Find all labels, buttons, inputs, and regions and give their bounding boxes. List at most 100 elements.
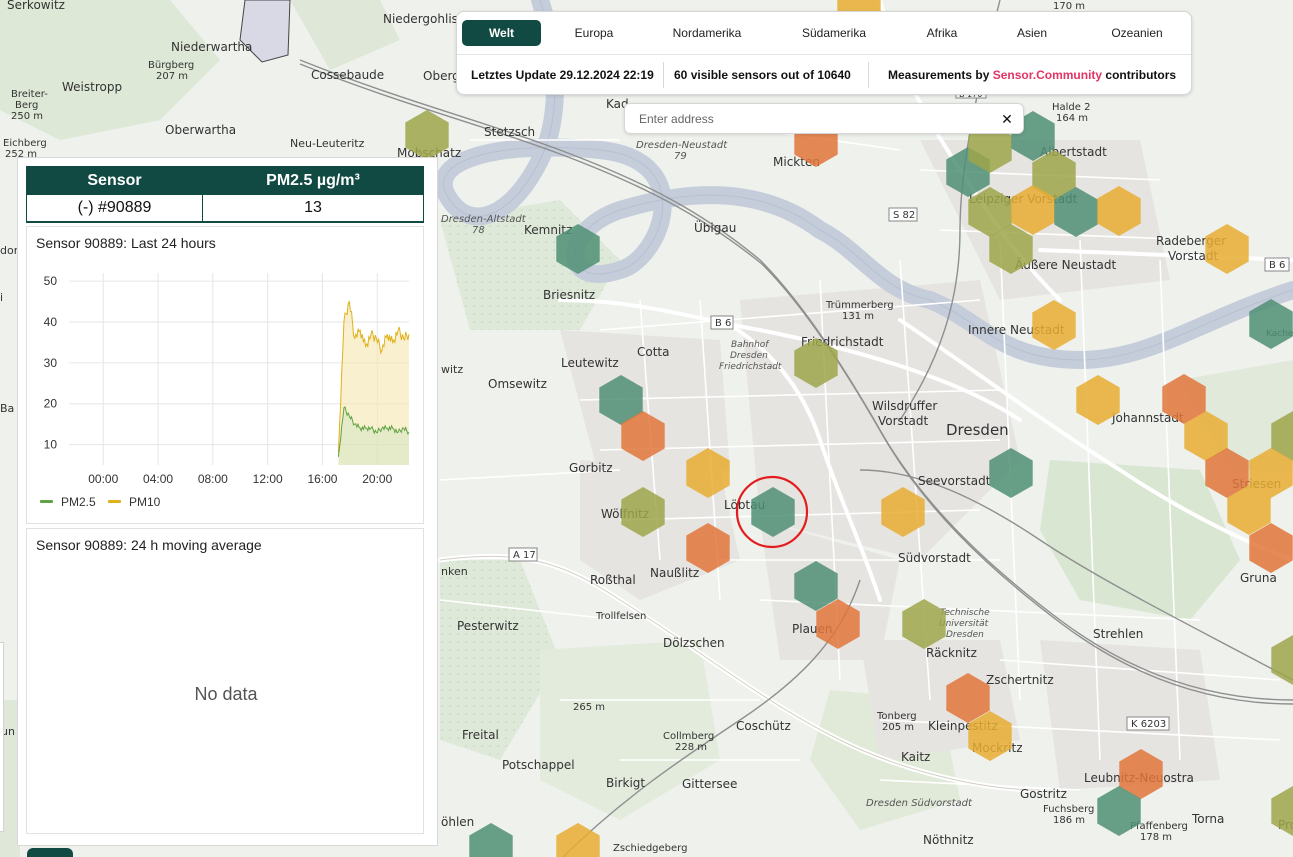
close-icon[interactable]: ✕ [998, 109, 1016, 129]
svg-text:79: 79 [674, 151, 687, 162]
svg-text:Universität: Universität [939, 619, 989, 629]
svg-text:Niedergohlis: Niedergohlis [383, 12, 458, 26]
svg-text:Halde 2: Halde 2 [1052, 102, 1090, 113]
svg-text:Technische: Technische [940, 608, 990, 618]
svg-text:228 m: 228 m [675, 742, 707, 753]
svg-text:205 m: 205 m [882, 722, 914, 733]
chart-x-tick-label: 00:00 [88, 472, 118, 486]
status-divider [868, 62, 869, 88]
left-edge-panel [0, 642, 4, 832]
svg-text:K 6203: K 6203 [1131, 719, 1166, 730]
svg-text:Stetzsch: Stetzsch [484, 125, 535, 139]
svg-text:Friedrichstadt: Friedrichstadt [719, 362, 782, 372]
legend-swatch [108, 500, 121, 503]
svg-text:Torna: Torna [1191, 812, 1224, 826]
chart-x-tick-label: 04:00 [143, 472, 173, 486]
svg-text:Zschertnitz: Zschertnitz [986, 673, 1054, 687]
bottom-toggle-button[interactable] [27, 848, 73, 857]
last-24h-chart-card: Sensor 90889: Last 24 hours 10 20 30 40 50 00… [26, 226, 424, 524]
svg-text:Eichberg: Eichberg [3, 138, 47, 149]
chart-x-tick-label: 20:00 [362, 472, 392, 486]
moving-average-title: Sensor 90889: 24 h moving average [36, 537, 262, 553]
svg-text:Südvorstadt: Südvorstadt [898, 551, 971, 565]
chart-y-tick-label: 50 [44, 274, 58, 288]
measurements-suffix: contributors [1105, 68, 1177, 82]
region-tabs: Welt Europa Nordamerika Südamerika Afrik… [462, 20, 1186, 46]
svg-text:265 m: 265 m [573, 702, 605, 713]
svg-text:dor: dor [0, 244, 19, 257]
tab-welt[interactable]: Welt [462, 20, 541, 46]
svg-text:Bürgberg: Bürgberg [148, 60, 194, 71]
svg-text:Trümmerberg: Trümmerberg [825, 300, 894, 311]
tab-suedamerika[interactable]: Südamerika [782, 20, 886, 46]
svg-text:Weistropp: Weistropp [62, 80, 122, 94]
sensor-column-header: Sensor [26, 166, 203, 195]
chart-x-tick-label: 08:00 [198, 472, 228, 486]
tab-ozeanien[interactable]: Ozeanien [1092, 20, 1182, 46]
svg-text:Seevorstadt: Seevorstadt [918, 474, 991, 488]
total-count: 10640 [817, 68, 851, 82]
svg-text:Vorstadt: Vorstadt [878, 414, 928, 428]
svg-text:Gruna: Gruna [1240, 571, 1277, 585]
no-data-message: No data [194, 684, 258, 704]
svg-text:Kaitz: Kaitz [901, 750, 930, 764]
svg-text:Roßthal: Roßthal [590, 573, 636, 587]
svg-text:Birkigt: Birkigt [606, 776, 645, 790]
sensor-count-text: 60 visible sensors out of 10640 [674, 55, 851, 95]
svg-text:Strehlen: Strehlen [1093, 627, 1143, 641]
svg-text:186 m: 186 m [1053, 815, 1085, 826]
svg-text:Cotta: Cotta [637, 345, 669, 359]
svg-text:Wilsdruffer: Wilsdruffer [872, 399, 937, 413]
chart-y-tick-label: 40 [44, 315, 58, 329]
chart-x-tick-label: 16:00 [307, 472, 337, 486]
svg-text:Oberg: Oberg [423, 69, 460, 83]
measurements-prefix: Measurements by [888, 68, 990, 82]
address-search-input[interactable] [639, 110, 989, 128]
legend-label: PM2.5 [61, 495, 96, 509]
sensor-table: Sensor PM2.5 µg/m³ (-) #90889 13 [26, 166, 424, 223]
status-divider [663, 62, 664, 88]
svg-text:178 m: 178 m [1140, 832, 1172, 843]
svg-text:Oberwartha: Oberwartha [165, 123, 236, 137]
svg-text:witz: witz [441, 363, 463, 376]
svg-text:Zschiedgeberg: Zschiedgeberg [613, 843, 687, 854]
svg-text:Niederwartha: Niederwartha [171, 40, 252, 54]
svg-text:Dresden-Neustadt: Dresden-Neustadt [636, 140, 728, 151]
visible-count: 60 [674, 68, 688, 82]
tab-nordamerika[interactable]: Nordamerika [652, 20, 762, 46]
sensor-community-link[interactable]: Sensor.Community [993, 68, 1102, 82]
value-column-header: PM2.5 µg/m³ [202, 166, 424, 195]
tab-asien[interactable]: Asien [1000, 20, 1064, 46]
svg-text:Nöthnitz: Nöthnitz [923, 833, 974, 847]
sensor-sidebar: Sensor PM2.5 µg/m³ (-) #90889 13 Sensor … [17, 157, 438, 846]
svg-text:Fuchsberg: Fuchsberg [1043, 804, 1094, 815]
svg-text:i: i [0, 291, 3, 304]
svg-text:207 m: 207 m [156, 71, 188, 82]
table-row[interactable]: (-) #90889 13 [26, 194, 424, 223]
svg-text:öhlen: öhlen [441, 815, 474, 829]
svg-text:131 m: 131 m [842, 311, 874, 322]
legend-label: PM10 [129, 495, 161, 509]
svg-text:Dölzschen: Dölzschen [663, 636, 725, 650]
svg-text:Dresden-Altstadt: Dresden-Altstadt [441, 214, 527, 225]
sensor-value-cell: 13 [202, 194, 424, 223]
svg-text:Omsewitz: Omsewitz [488, 377, 547, 391]
svg-text:Räcknitz: Räcknitz [926, 646, 977, 660]
svg-text:Trollfelsen: Trollfelsen [595, 611, 646, 622]
tab-europa[interactable]: Europa [552, 20, 636, 46]
svg-text:Neu-Leuteritz: Neu-Leuteritz [290, 137, 365, 150]
status-bar: Letztes Update 29.12.2024 22:19 60 visib… [457, 54, 1191, 94]
svg-text:Gorbitz: Gorbitz [569, 461, 613, 475]
svg-text:Pesterwitz: Pesterwitz [457, 619, 519, 633]
region-panel: Welt Europa Nordamerika Südamerika Afrik… [456, 11, 1192, 95]
svg-text:B 6: B 6 [1269, 260, 1285, 271]
chart-x-tick-label: 12:00 [253, 472, 283, 486]
svg-text:Dresden Südvorstadt: Dresden Südvorstadt [866, 798, 973, 809]
tab-afrika[interactable]: Afrika [908, 20, 976, 46]
svg-text:Übigau: Übigau [694, 219, 736, 235]
svg-text:Leutewitz: Leutewitz [561, 356, 619, 370]
chart-y-tick-label: 20 [44, 397, 58, 411]
moving-average-card: Sensor 90889: 24 h moving average No dat… [26, 528, 424, 834]
svg-text:250 m: 250 m [11, 111, 43, 122]
svg-text:Briesnitz: Briesnitz [543, 288, 595, 302]
